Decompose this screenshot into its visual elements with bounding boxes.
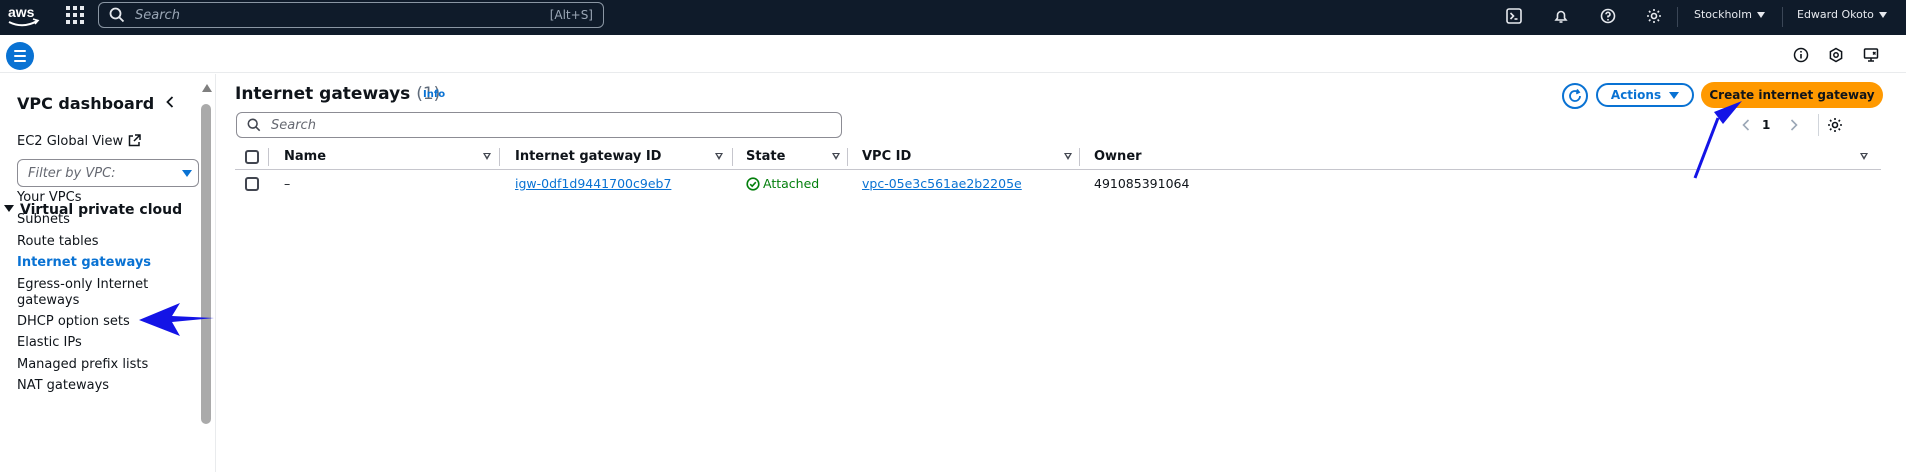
column-header-name[interactable]: Name (284, 149, 326, 164)
feedback-icon[interactable] (1861, 45, 1881, 65)
column-header-vpc-id[interactable]: VPC ID (862, 149, 911, 164)
sidebar-item-internet-gateways[interactable]: Internet gateways (17, 255, 167, 271)
table-header: Name Internet gateway ID State VPC ID Ow… (235, 144, 1881, 170)
info-link[interactable]: Info (423, 89, 445, 100)
column-divider (732, 148, 733, 166)
region-selector[interactable]: Stockholm (1694, 8, 1765, 21)
column-divider (499, 148, 500, 166)
main-content: Internet gateways (1) Info Actions Creat… (217, 74, 1906, 472)
select-all-checkbox[interactable] (245, 150, 259, 164)
cell-name: – (284, 176, 291, 191)
sort-icon[interactable] (483, 153, 491, 160)
sort-icon[interactable] (1860, 153, 1868, 160)
sidebar-item-dhcp-option-sets[interactable]: DHCP option sets (17, 314, 167, 330)
sidebar-title[interactable]: VPC dashboard (17, 94, 154, 113)
status-success-icon (746, 177, 760, 191)
sidebar-item-your-vpcs[interactable]: Your VPCs (17, 190, 167, 206)
region-label: Stockholm (1694, 8, 1752, 21)
caret-down-icon (1669, 91, 1680, 99)
create-internet-gateway-button[interactable]: Create internet gateway (1701, 82, 1883, 108)
sort-icon[interactable] (832, 153, 840, 160)
sort-icon[interactable] (715, 153, 723, 160)
navigation-menu-button[interactable] (6, 42, 34, 70)
sidebar-item-egress-only-internet-gateways[interactable]: Egress-only Internet gateways (17, 277, 157, 309)
scroll-up-arrow[interactable] (202, 84, 212, 92)
account-menu[interactable]: Edward Okoto (1797, 8, 1887, 21)
search-shortcut-hint: [Alt+S] (549, 8, 593, 22)
nav-divider (1782, 7, 1783, 27)
chevron-left-icon[interactable] (1740, 118, 1752, 132)
table-search-placeholder: Search (271, 117, 316, 133)
info-icon[interactable] (1791, 45, 1811, 65)
aws-logo[interactable]: aws (6, 3, 40, 31)
cell-owner: 491085391064 (1094, 176, 1190, 191)
sidebar-item-managed-prefix-lists[interactable]: Managed prefix lists (17, 357, 167, 373)
page-title: Internet gateways (1) (235, 84, 440, 104)
row-select-checkbox[interactable] (245, 177, 259, 191)
refresh-button[interactable] (1562, 83, 1588, 109)
svg-text:aws: aws (8, 4, 35, 20)
services-grid-icon[interactable] (66, 6, 84, 24)
column-header-owner[interactable]: Owner (1094, 149, 1142, 164)
filter-by-vpc-select[interactable]: Filter by VPC: (17, 159, 199, 187)
caret-down-icon (4, 205, 14, 212)
page-number[interactable]: 1 (1762, 118, 1770, 132)
sidebar: VPC dashboard EC2 Global View Filter by … (0, 74, 216, 472)
hexagon-settings-icon[interactable] (1826, 45, 1846, 65)
page-title-text: Internet gateways (235, 84, 411, 104)
help-icon[interactable] (1597, 5, 1619, 27)
table-row[interactable]: – igw-0df1d9441700c9eb7 Attached vpc-05e… (235, 171, 1881, 197)
ec2-global-view-link[interactable]: EC2 Global View (17, 134, 141, 149)
table-search-input[interactable]: Search (236, 112, 842, 138)
column-header-internet-gateway-id[interactable]: Internet gateway ID (515, 149, 661, 164)
nav-divider (1677, 7, 1678, 27)
column-divider (1079, 148, 1080, 166)
table-preferences-gear-icon[interactable] (1827, 117, 1843, 133)
global-search-placeholder: Search (135, 7, 180, 23)
cell-internet-gateway-id-link[interactable]: igw-0df1d9441700c9eb7 (515, 176, 671, 191)
search-icon (247, 118, 261, 132)
actions-label: Actions (1610, 88, 1662, 102)
column-divider (847, 148, 848, 166)
sort-icon[interactable] (1064, 153, 1072, 160)
top-navigation-bar: aws Search [Alt+S] Stockholm Edward Okot… (0, 0, 1906, 35)
actions-button[interactable]: Actions (1596, 83, 1694, 107)
sidebar-item-subnets[interactable]: Subnets (17, 212, 167, 228)
chevron-down-icon (1756, 12, 1765, 18)
external-link-icon (128, 134, 141, 147)
column-header-state[interactable]: State (746, 149, 785, 164)
filter-by-vpc-placeholder: Filter by VPC: (28, 165, 116, 181)
bell-icon[interactable] (1550, 5, 1572, 27)
sidebar-item-nat-gateways[interactable]: NAT gateways (17, 378, 167, 394)
sidebar-scrollbar[interactable] (201, 104, 211, 424)
ec2-global-view-label: EC2 Global View (17, 134, 124, 149)
gear-icon[interactable] (1643, 5, 1665, 27)
cloudshell-icon[interactable] (1503, 5, 1525, 27)
sidebar-item-route-tables[interactable]: Route tables (17, 234, 167, 250)
secondary-toolbar (0, 35, 1906, 73)
cell-vpc-id-link[interactable]: vpc-05e3c561ae2b2205e (862, 176, 1022, 191)
dropdown-caret-icon (182, 169, 192, 177)
refresh-icon (1569, 88, 1581, 102)
column-divider (268, 148, 269, 166)
chevron-right-icon[interactable] (1788, 118, 1800, 132)
user-name: Edward Okoto (1797, 8, 1874, 21)
collapse-sidebar-icon[interactable] (162, 94, 178, 110)
chevron-down-icon (1878, 12, 1887, 18)
cell-state: Attached (746, 176, 819, 191)
state-label: Attached (763, 176, 820, 191)
pager-divider (1818, 114, 1819, 136)
global-search-input[interactable]: Search [Alt+S] (98, 2, 604, 28)
sidebar-item-elastic-ips[interactable]: Elastic IPs (17, 335, 167, 351)
search-icon (109, 7, 125, 23)
